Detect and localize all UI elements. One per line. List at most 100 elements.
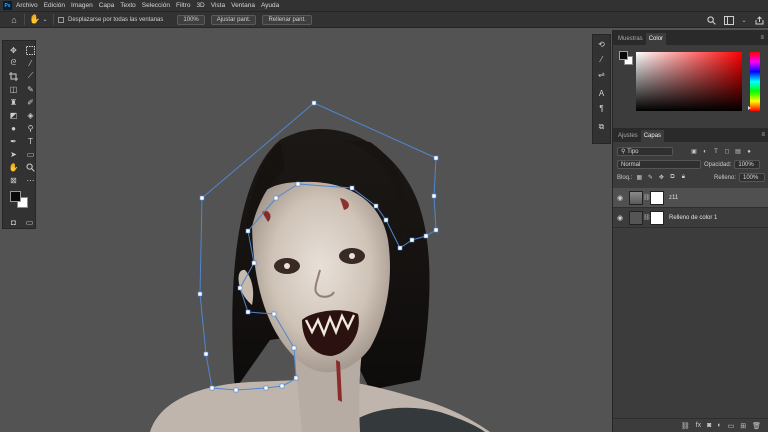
layer-row-relleno-de-color-1[interactable]: ◉ ⛓ Relleno de color 1 — [613, 208, 768, 228]
zoom-tool-icon[interactable] — [24, 161, 37, 173]
fill-field[interactable]: 100% — [739, 173, 765, 182]
fill-screen-button[interactable]: Rellenar pant. — [262, 14, 312, 25]
hand-tool-icon[interactable]: ✋ — [29, 14, 41, 26]
more-tools-icon[interactable]: ⋯ — [24, 174, 37, 186]
photoshop-logo-icon[interactable]: Ps — [3, 1, 12, 10]
panel-menu-icon[interactable]: ≡ — [760, 35, 764, 41]
visibility-eye-icon[interactable]: ◉ — [613, 214, 627, 222]
layers-panel: Ajustes Capas ≡ ⚲ Tipo ▣ ◐ T ◻ ▤ ● Norma… — [613, 128, 768, 432]
share-icon[interactable] — [753, 14, 765, 26]
color-field[interactable] — [636, 52, 742, 111]
menu-capa[interactable]: Capa — [99, 2, 115, 9]
zoom-100-button[interactable]: 100% — [177, 14, 205, 25]
paint-bucket-tool-icon[interactable]: ◈ — [24, 109, 37, 121]
home-icon[interactable]: ⌂ — [8, 14, 20, 26]
lock-all-icon[interactable]: 🔒︎ — [679, 174, 687, 182]
lock-transparency-icon[interactable]: ▦ — [635, 174, 643, 182]
new-adjustment-icon[interactable]: ◐ — [717, 422, 721, 429]
history-brush-tool-icon[interactable]: ✐ — [24, 96, 37, 108]
scroll-all-windows-checkbox[interactable] — [58, 16, 64, 23]
type-tool-icon[interactable]: T — [24, 135, 37, 147]
layer-mask-thumbnail[interactable] — [650, 190, 664, 205]
menu-ayuda[interactable]: Ayuda — [261, 2, 279, 9]
hue-slider[interactable] — [750, 52, 760, 111]
menu-imagen[interactable]: Imagen — [71, 2, 93, 9]
blend-mode-select[interactable]: Normal — [617, 160, 701, 169]
menu-vista[interactable]: Vista — [211, 2, 225, 9]
crop-tool-icon[interactable] — [7, 70, 20, 82]
visibility-eye-icon[interactable]: ◉ — [613, 194, 627, 202]
quick-selection-tool-icon[interactable]: ⁄ — [24, 57, 37, 69]
path-selection-tool-icon[interactable]: ➤ — [7, 148, 20, 160]
quick-mask-icon[interactable]: ◘ — [8, 216, 19, 228]
new-group-icon[interactable]: ▭ — [728, 422, 735, 430]
filter-smart-object-icon[interactable]: ▤ — [734, 148, 742, 156]
layer-style-icon[interactable]: fx — [696, 422, 701, 429]
foreground-color-swatch[interactable] — [619, 51, 628, 60]
layer-row-z11[interactable]: ◉ ⛓ z11 — [613, 188, 768, 208]
lasso-tool-icon[interactable]: ᘓ — [7, 57, 20, 69]
adjust-icon[interactable]: ⇌ — [593, 68, 610, 80]
fit-screen-button[interactable]: Ajustar pant. — [210, 14, 257, 25]
brush-tool-icon[interactable]: ✎ — [24, 83, 37, 95]
filter-type-icon[interactable]: T — [712, 148, 720, 156]
eraser-tool-icon[interactable]: ◩ — [7, 109, 20, 121]
menu-seleccion[interactable]: Selección — [142, 2, 170, 9]
menu-texto[interactable]: Texto — [120, 2, 136, 9]
tab-color[interactable]: Color — [645, 33, 667, 45]
menu-edicion[interactable]: Edición — [44, 2, 65, 9]
edit-toolbar-icon[interactable]: ⊠ — [7, 174, 20, 186]
eyedropper-tool-icon[interactable]: ⟋ — [24, 70, 37, 82]
filter-adjustment-icon[interactable]: ◐ — [701, 148, 709, 156]
canvas[interactable] — [40, 30, 591, 432]
tab-capas[interactable]: Capas — [640, 130, 665, 142]
panel-menu-icon[interactable]: ≡ — [761, 132, 765, 138]
separator — [53, 14, 54, 25]
filter-toggle-icon[interactable]: ● — [745, 148, 753, 156]
workspace-icon[interactable] — [723, 14, 735, 26]
blur-tool-icon[interactable]: ● — [7, 122, 20, 134]
add-mask-icon[interactable]: ◙ — [707, 422, 711, 429]
pen-tool-icon[interactable]: ✒ — [7, 135, 20, 147]
foreground-color-swatch[interactable] — [10, 191, 21, 202]
menu-3d[interactable]: 3D — [196, 2, 204, 9]
layer-mask-thumbnail[interactable] — [650, 210, 664, 225]
filter-pixel-icon[interactable]: ▣ — [690, 148, 698, 156]
lock-position-icon[interactable]: ✥ — [657, 174, 665, 182]
filter-label: Tipo — [627, 148, 639, 155]
paragraph-icon[interactable]: ¶ — [593, 102, 610, 114]
trash-icon[interactable]: 🗑︎ — [752, 422, 761, 430]
rectangle-tool-icon[interactable]: ▭ — [24, 148, 37, 160]
history-icon[interactable]: ⟲ — [593, 38, 610, 50]
filter-shape-icon[interactable]: ◻ — [723, 148, 731, 156]
lock-pixels-icon[interactable]: ✎ — [646, 174, 654, 182]
clone-stamp-tool-icon[interactable]: ♜ — [7, 96, 20, 108]
menu-archivo[interactable]: Archivo — [16, 2, 38, 9]
lock-artboard-icon[interactable]: ⧉ — [668, 174, 676, 182]
menu-ventana[interactable]: Ventana — [231, 2, 255, 9]
tab-muestras[interactable]: Muestras — [615, 33, 646, 45]
brush-settings-icon[interactable]: ⁄ — [593, 53, 610, 65]
opacity-field[interactable]: 100% — [734, 160, 761, 169]
chevron-down-icon[interactable]: ⌄ — [41, 14, 49, 26]
layer-thumbnail — [629, 190, 643, 205]
hue-marker-icon[interactable] — [748, 106, 751, 110]
mode-row: ◘ ▭ — [3, 216, 35, 228]
menu-filtro[interactable]: Filtro — [176, 2, 190, 9]
chevron-down-icon[interactable]: ⌄ — [741, 14, 747, 26]
character-icon[interactable]: A — [593, 87, 610, 99]
hand-tool-icon[interactable]: ✋ — [7, 161, 20, 173]
link-icon[interactable]: ⛓ — [643, 214, 651, 221]
screen-mode-icon[interactable]: ▭ — [24, 216, 35, 228]
layer-filter-select[interactable]: ⚲ Tipo — [617, 147, 673, 156]
move-tool-icon[interactable]: ✥ — [7, 44, 20, 56]
dodge-tool-icon[interactable]: ⚲ — [24, 122, 37, 134]
tab-ajustes[interactable]: Ajustes — [615, 130, 641, 142]
search-icon[interactable] — [705, 14, 717, 26]
link-layers-icon[interactable]: ⛓ — [681, 422, 690, 430]
libraries-icon[interactable]: ⧉ — [593, 121, 610, 133]
link-icon[interactable]: ⛓ — [643, 194, 651, 201]
healing-brush-tool-icon[interactable]: ◫ — [7, 83, 20, 95]
new-layer-icon[interactable]: ⊞ — [740, 422, 746, 430]
marquee-tool-icon[interactable] — [24, 44, 37, 56]
